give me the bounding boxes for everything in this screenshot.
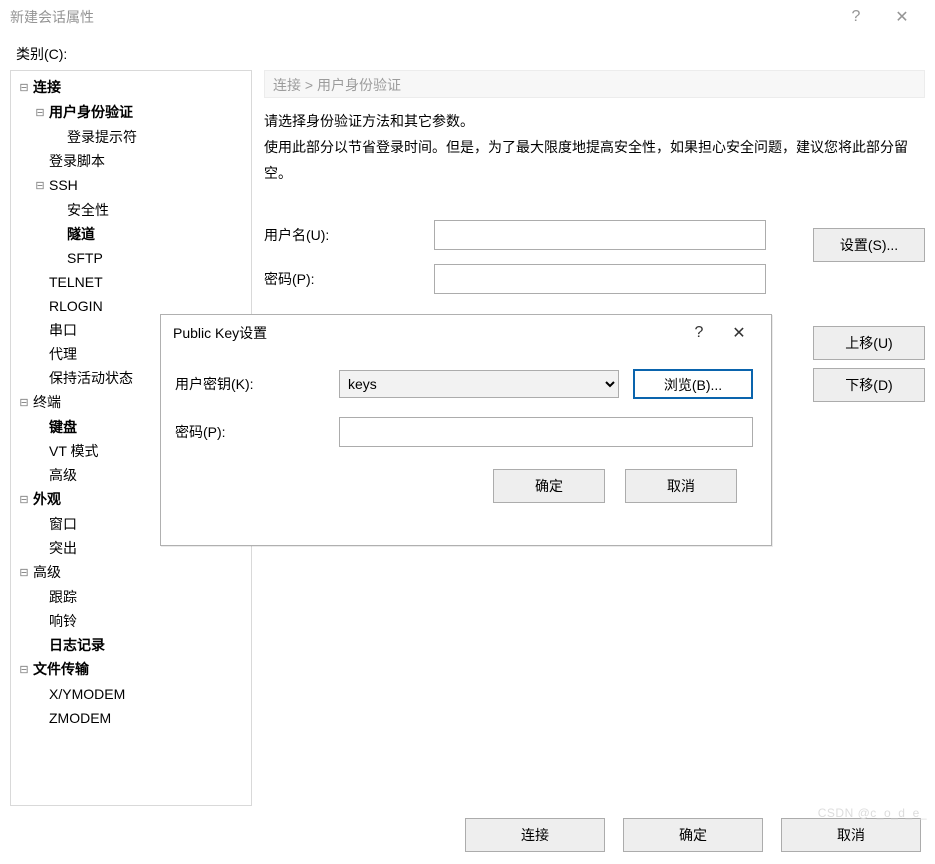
tree-item-label: 用户身份验证 (47, 100, 135, 124)
tree-expander-icon[interactable]: ⊟ (17, 561, 31, 585)
tree-item-label: RLOGIN (47, 294, 105, 318)
tree-item-label: 跟踪 (47, 585, 79, 609)
close-icon[interactable]: ✕ (879, 7, 925, 27)
tree-item-label: SSH (47, 173, 80, 197)
intro-text: 请选择身份验证方法和其它参数。 使用此部分以节省登录时间。但是，为了最大限度地提… (264, 108, 925, 186)
tree-item-label: VT 模式 (47, 439, 101, 463)
tree-item[interactable]: ⊟用户身份验证 (11, 100, 251, 125)
connect-button[interactable]: 连接 (465, 818, 605, 852)
window-title: 新建会话属性 (10, 7, 833, 27)
tree-item-label: TELNET (47, 270, 105, 294)
browse-button[interactable]: 浏览(B)... (633, 369, 753, 399)
username-row: 用户名(U): (264, 220, 766, 250)
intro-line2: 使用此部分以节省登录时间。但是，为了最大限度地提高安全性，如果担心安全问题，建议… (264, 134, 925, 186)
tree-item-label: 突出 (47, 536, 79, 560)
move-down-button[interactable]: 下移(D) (813, 368, 925, 402)
tree-item-label: 日志记录 (47, 633, 107, 657)
tree-item-label: 登录脚本 (47, 149, 107, 173)
tree-item-label: 安全性 (65, 198, 111, 222)
tree-item-label: 隧道 (65, 222, 97, 246)
dialog-titlebar: Public Key设置 ? ✕ (161, 315, 771, 351)
tree-item[interactable]: 安全性 (11, 198, 251, 222)
tree-item-label: 登录提示符 (65, 125, 139, 149)
tree-item-label: 终端 (31, 390, 63, 414)
tree-item[interactable]: 跟踪 (11, 585, 251, 609)
tree-item-label: 连接 (31, 75, 63, 99)
tree-item[interactable]: 日志记录 (11, 633, 251, 657)
user-key-row: 用户密钥(K): keys 浏览(B)... (175, 369, 757, 399)
dialog-password-row: 密码(P): (175, 417, 757, 447)
dialog-close-icon[interactable]: ✕ (719, 323, 759, 343)
tree-expander-icon[interactable]: ⊟ (33, 101, 47, 125)
public-key-dialog: Public Key设置 ? ✕ 用户密钥(K): keys 浏览(B)... … (160, 314, 772, 546)
dialog-password-label: 密码(P): (175, 422, 339, 442)
setup-button[interactable]: 设置(S)... (813, 228, 925, 262)
tree-item[interactable]: X/YMODEM (11, 682, 251, 706)
dialog-title: Public Key设置 (173, 323, 679, 343)
intro-line1: 请选择身份验证方法和其它参数。 (264, 108, 925, 134)
tree-item[interactable]: 响铃 (11, 609, 251, 633)
username-label: 用户名(U): (264, 225, 434, 245)
tree-item-label: 键盘 (47, 415, 79, 439)
tree-item-label: 响铃 (47, 609, 79, 633)
category-label: 类别(C): (10, 34, 925, 70)
dialog-cancel-button[interactable]: 取消 (625, 469, 737, 503)
password-input[interactable] (434, 264, 766, 294)
tree-item-label: SFTP (65, 246, 105, 270)
breadcrumb: 连接 > 用户身份验证 (264, 70, 925, 98)
dialog-help-icon[interactable]: ? (679, 324, 719, 342)
tree-item[interactable]: ZMODEM (11, 706, 251, 730)
tree-item[interactable]: TELNET (11, 270, 251, 294)
move-up-button[interactable]: 上移(U) (813, 326, 925, 360)
tree-item-label: 高级 (31, 560, 63, 584)
tree-item[interactable]: ⊟高级 (11, 560, 251, 585)
tree-item-label: 窗口 (47, 512, 79, 536)
tree-item-label: 保持活动状态 (47, 366, 135, 390)
tree-item[interactable]: 隧道 (11, 222, 251, 246)
tree-expander-icon[interactable]: ⊟ (17, 76, 31, 100)
user-key-label: 用户密钥(K): (175, 374, 339, 394)
window-titlebar: 新建会话属性 ? ✕ (0, 0, 935, 34)
dialog-ok-button[interactable]: 确定 (493, 469, 605, 503)
tree-item[interactable]: 登录提示符 (11, 125, 251, 149)
tree-item[interactable]: ⊟连接 (11, 75, 251, 100)
tree-item[interactable]: SFTP (11, 246, 251, 270)
tree-item-label: 代理 (47, 342, 79, 366)
tree-expander-icon[interactable]: ⊟ (17, 658, 31, 682)
tree-item-label: 串口 (47, 318, 79, 342)
password-row: 密码(P): (264, 264, 766, 294)
tree-item-label: 高级 (47, 463, 79, 487)
dialog-password-input[interactable] (339, 417, 753, 447)
tree-item-label: X/YMODEM (47, 682, 127, 706)
username-input[interactable] (434, 220, 766, 250)
tree-item-label: 文件传输 (31, 657, 91, 681)
tree-item-label: 外观 (31, 487, 63, 511)
tree-item[interactable]: ⊟SSH (11, 173, 251, 198)
ok-button[interactable]: 确定 (623, 818, 763, 852)
tree-item[interactable]: 登录脚本 (11, 149, 251, 173)
tree-item[interactable]: ⊟文件传输 (11, 657, 251, 682)
side-buttons: 设置(S)... 上移(U) 下移(D) (813, 186, 925, 402)
tree-expander-icon[interactable]: ⊟ (33, 174, 47, 198)
help-icon[interactable]: ? (833, 8, 879, 26)
cancel-button[interactable]: 取消 (781, 818, 921, 852)
tree-item-label: ZMODEM (47, 706, 113, 730)
password-label: 密码(P): (264, 269, 434, 289)
footer-buttons: 连接 确定 取消 (465, 818, 921, 852)
tree-expander-icon[interactable]: ⊟ (17, 488, 31, 512)
user-key-select[interactable]: keys (339, 370, 619, 398)
tree-expander-icon[interactable]: ⊟ (17, 391, 31, 415)
